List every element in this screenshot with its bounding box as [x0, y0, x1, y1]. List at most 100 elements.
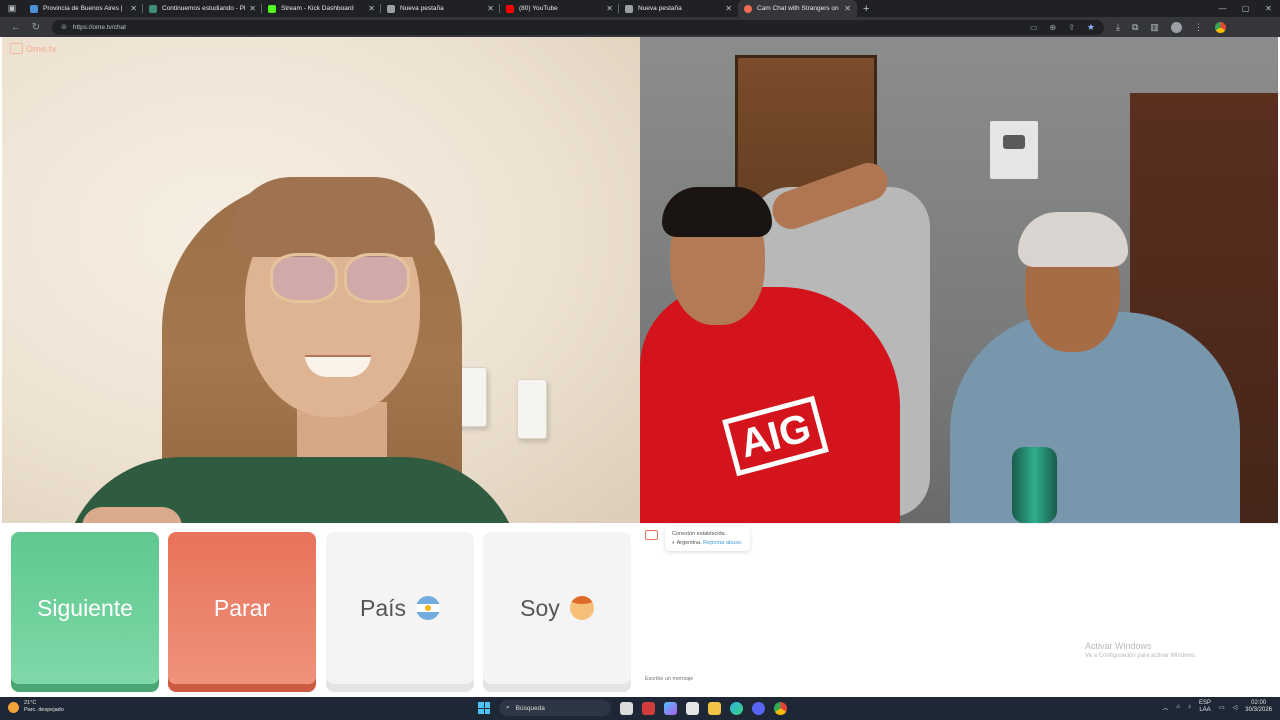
tab-search-icon[interactable]: ▣	[0, 0, 24, 17]
ometv-page: Ome.tv AIG Siguiente Parar País Soy Cone…	[0, 37, 1280, 697]
site-info-icon[interactable]: ⊜	[61, 23, 67, 31]
search-placeholder: Búsqueda	[515, 704, 545, 712]
input-language[interactable]: ESP LAA	[1199, 700, 1211, 714]
browser-tab-active[interactable]: Cam Chat with Strangers on ✕	[738, 0, 857, 17]
clock-date: 30/3/2026	[1245, 707, 1272, 713]
network-tray-icon[interactable]: ⌂	[1176, 704, 1180, 710]
downloads-icon[interactable]: ⤓	[1116, 22, 1120, 33]
tab-title: Stream - Kick Dashboard	[281, 5, 354, 12]
app-multicolor-icon[interactable]	[664, 701, 677, 715]
argentina-flag-icon	[416, 596, 441, 620]
ometv-logo-icon	[10, 43, 23, 54]
extensions-icon[interactable]: ⧉	[1132, 22, 1138, 33]
tab-close-icon[interactable]: ✕	[725, 4, 732, 13]
discord-icon[interactable]	[752, 701, 765, 715]
stranger-video: Ome.tv	[2, 37, 640, 523]
tab-close-icon[interactable]: ✕	[844, 4, 851, 13]
system-tray: ︿ ⌂ ♪ ESP LAA ▭ ◁ 02:00 30/3/2026	[1162, 700, 1272, 714]
browser-tab-strip: ▣ Provincia de Buenos Aires | ✕ Continue…	[0, 0, 1280, 17]
share-icon[interactable]: ⇪	[1068, 23, 1075, 32]
clock-time: 02:00	[1251, 700, 1267, 706]
profile-avatar-icon[interactable]	[1170, 21, 1182, 33]
glasses-image	[270, 253, 338, 303]
taskbar-clock[interactable]: 02:00 30/3/2026	[1245, 700, 1272, 714]
menu-kebab-icon[interactable]: ⋮	[1194, 22, 1203, 33]
logo-text: Ome.tv	[26, 43, 57, 54]
water-bottle-image	[1012, 447, 1057, 523]
next-button[interactable]: Siguiente	[11, 532, 159, 684]
back-icon[interactable]: ←	[6, 22, 26, 33]
tab-title: Continuemos estudiando - Plataf	[162, 5, 246, 12]
minimize-button[interactable]: —	[1211, 4, 1234, 13]
bookmark-star-icon[interactable]: ★	[1087, 22, 1095, 33]
ometv-logo[interactable]: Ome.tv	[10, 43, 57, 54]
start-windows-icon[interactable]	[478, 702, 490, 714]
wall-outlet-image	[517, 379, 547, 439]
next-button-label: Siguiente	[37, 594, 133, 621]
volume-icon[interactable]: ◁	[1233, 704, 1238, 711]
browser-tab[interactable]: Provincia de Buenos Aires | ✕	[24, 0, 143, 17]
side-panel-icon[interactable]: ▥	[1150, 22, 1159, 33]
tab-favicon-icon	[149, 4, 157, 13]
stop-button[interactable]: Parar	[168, 532, 316, 684]
ometv-small-logo-icon	[645, 530, 658, 540]
tab-close-icon[interactable]: ✕	[487, 4, 494, 13]
window-controls: — ▢ ✕	[1211, 4, 1280, 13]
tab-close-icon[interactable]: ✕	[130, 4, 137, 13]
tab-favicon-icon	[268, 4, 276, 13]
tab-favicon-icon	[30, 4, 38, 13]
system-message: Conexión establecida. ◐ Argentina. Repor…	[665, 527, 750, 551]
browser-tab[interactable]: Nueva pestaña ✕	[381, 0, 500, 17]
browser-tab[interactable]: (80) YouTube ✕	[500, 0, 619, 17]
boy-emoji-icon	[569, 596, 594, 620]
camera-permission-icon[interactable]: ▭	[1030, 23, 1038, 32]
gender-select-button[interactable]: Soy	[483, 532, 631, 684]
address-bar[interactable]: ⊜ https://ome.tv/chat ▭ ⊕ ⇪ ★	[52, 19, 1104, 35]
chrome-icon[interactable]	[774, 701, 787, 715]
tab-title: (80) YouTube	[519, 5, 558, 12]
browser-tab[interactable]: Stream - Kick Dashboard ✕	[262, 0, 381, 17]
zoom-icon[interactable]: ⊕	[1050, 23, 1057, 32]
tab-favicon-icon	[387, 4, 395, 13]
store-icon[interactable]	[686, 701, 699, 715]
taskbar-apps: ⌕ Búsqueda	[478, 700, 787, 716]
task-view-icon[interactable]	[620, 701, 633, 715]
flag-small-icon: ◐	[672, 540, 676, 546]
reload-icon[interactable]: ↻	[26, 22, 46, 33]
address-url[interactable]: https://ome.tv/chat	[73, 24, 1018, 31]
tab-favicon-icon	[744, 4, 752, 13]
browser-tab[interactable]: Nueva pestaña ✕	[619, 0, 738, 17]
message-input[interactable]	[640, 672, 1278, 686]
tray-overflow-icon[interactable]: ︿	[1162, 703, 1168, 712]
report-abuse-link[interactable]: Reportar abuso.	[703, 540, 742, 546]
browser-tab[interactable]: Continuemos estudiando - Plataf ✕	[143, 0, 262, 17]
edge-browser-icon[interactable]	[730, 701, 743, 715]
tab-close-icon[interactable]: ✕	[606, 4, 613, 13]
activate-windows-title: Activar Windows	[1085, 641, 1152, 651]
weather-description: Parc. despejado	[24, 707, 64, 713]
search-icon: ⌕	[506, 704, 510, 711]
file-explorer-icon[interactable]	[708, 701, 721, 715]
tab-favicon-icon	[506, 4, 514, 13]
browser-toolbar: ← ↻ ⊜ https://ome.tv/chat ▭ ⊕ ⇪ ★ ⤓ ⧉ ▥ …	[0, 17, 1280, 37]
tab-title: Nueva pestaña	[638, 5, 682, 12]
windows-taskbar: 21°C Parc. despejado ⌕ Búsqueda ︿ ⌂ ♪ ES…	[0, 697, 1280, 720]
app-red-icon[interactable]	[642, 701, 655, 715]
microphone-tray-icon[interactable]: ♪	[1188, 704, 1191, 710]
tab-title: Cam Chat with Strangers on	[757, 5, 839, 12]
tab-close-icon[interactable]: ✕	[249, 4, 256, 13]
activate-windows-subtitle: Ve a Configuración para activar Windows.	[1085, 653, 1197, 659]
stranger-country-text: Argentina.	[676, 540, 702, 546]
country-button-label: País	[359, 594, 407, 621]
weather-temperature: 21°C	[24, 700, 37, 706]
country-filter-button[interactable]: País	[326, 532, 474, 684]
chrome-color-icon[interactable]	[1214, 21, 1226, 33]
chat-panel: Conexión establecida. ◐ Argentina. Repor…	[640, 523, 1278, 687]
weather-widget[interactable]: 21°C Parc. despejado	[8, 700, 64, 714]
wifi-icon[interactable]: ▭	[1219, 704, 1225, 711]
close-window-button[interactable]: ✕	[1257, 4, 1280, 13]
taskbar-search[interactable]: ⌕ Búsqueda	[499, 700, 611, 716]
maximize-button[interactable]: ▢	[1234, 4, 1257, 13]
tab-close-icon[interactable]: ✕	[368, 4, 375, 13]
new-tab-button[interactable]: +	[863, 3, 869, 15]
